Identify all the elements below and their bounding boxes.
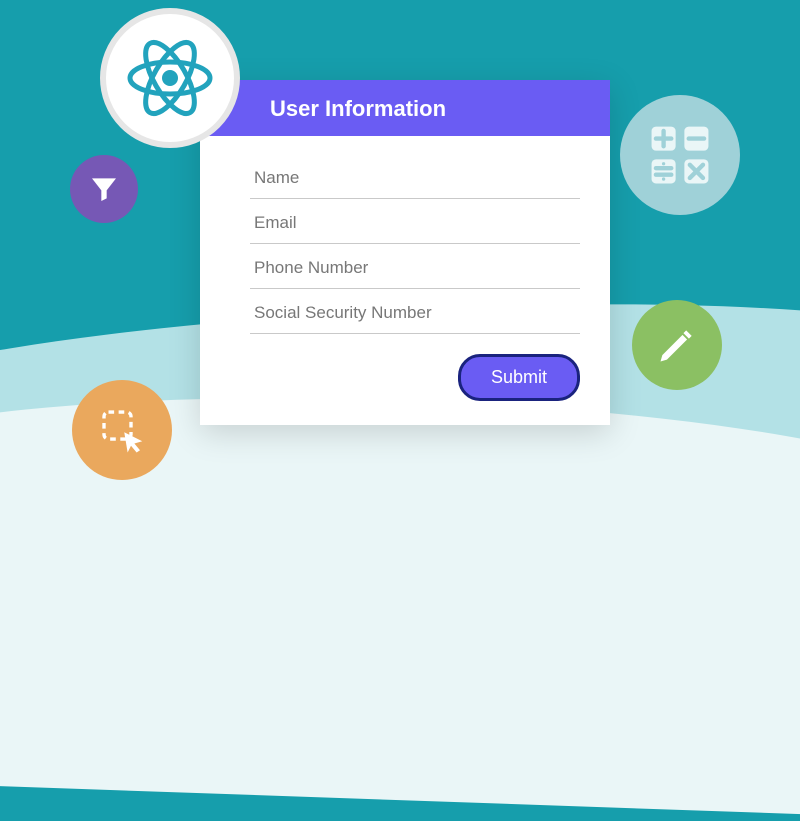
selection-cursor-icon (72, 380, 172, 480)
filter-icon (70, 155, 138, 223)
submit-button[interactable]: Submit (458, 354, 580, 401)
react-icon (100, 8, 240, 148)
name-input[interactable] (250, 154, 580, 199)
calculator-icon (620, 95, 740, 215)
user-info-card: User Information Submit (200, 80, 610, 425)
card-title: User Information (200, 80, 610, 136)
pencil-icon (632, 300, 722, 390)
ssn-input[interactable] (250, 289, 580, 334)
email-input[interactable] (250, 199, 580, 244)
phone-input[interactable] (250, 244, 580, 289)
card-body: Submit (200, 136, 610, 425)
